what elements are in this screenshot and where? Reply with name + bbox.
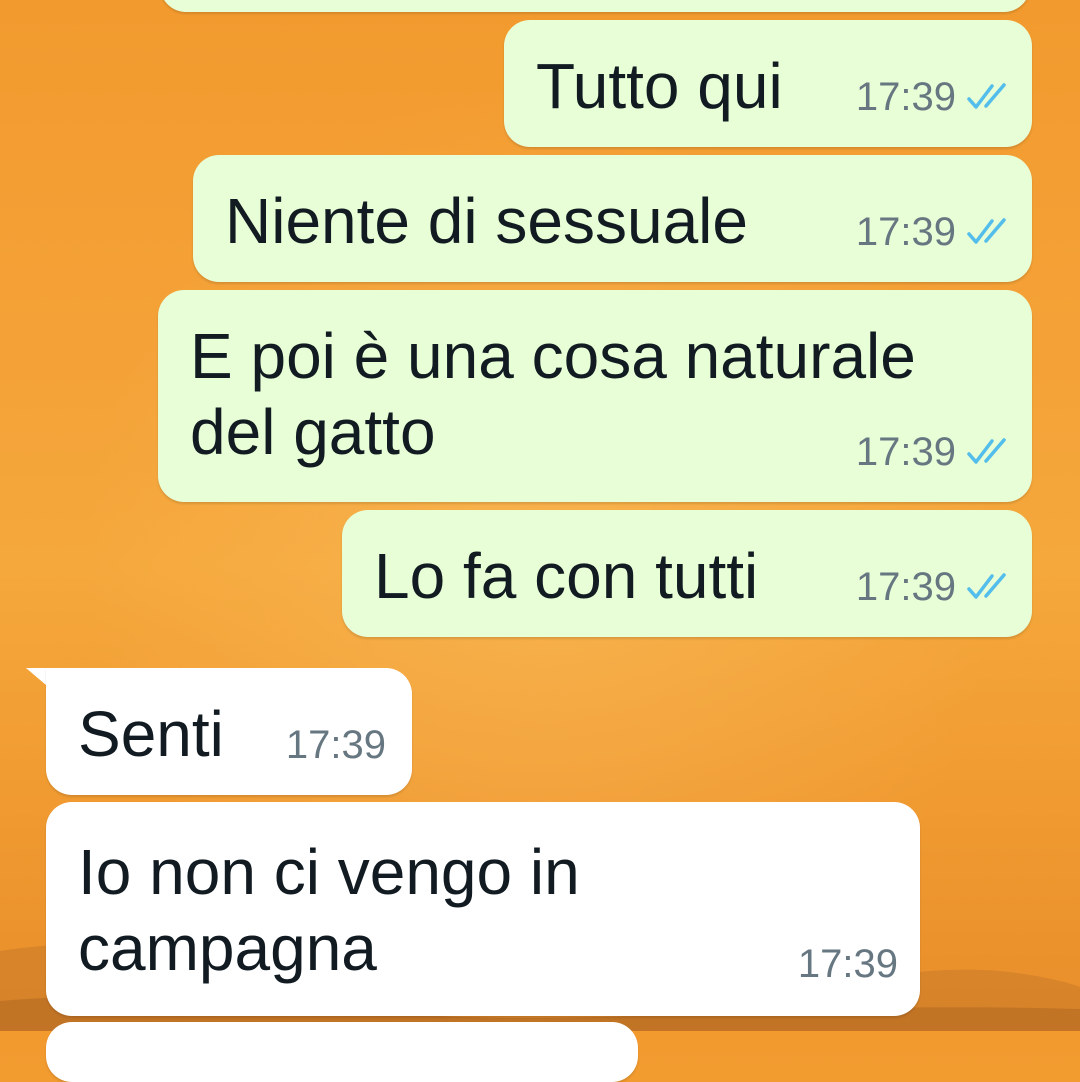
message-text-line: E poi è una cosa naturale bbox=[190, 320, 916, 392]
message-time: 17:39 bbox=[797, 942, 898, 986]
message-text: Niente di sessuale bbox=[225, 185, 748, 257]
message-meta: 17:39 bbox=[856, 414, 1010, 490]
message-text-line: campagna bbox=[78, 912, 377, 984]
double-check-icon bbox=[967, 438, 1006, 464]
double-check-icon bbox=[967, 83, 1006, 109]
message-time: 17:39 bbox=[855, 75, 956, 119]
double-check-icon bbox=[967, 573, 1006, 599]
message-bubble-outgoing[interactable]: E poi è una cosa naturale del gatto 17:3… bbox=[158, 290, 1032, 502]
message-meta: 17:39 bbox=[286, 707, 386, 783]
message-meta: 17:39 bbox=[856, 549, 1010, 625]
message-meta: 17:39 bbox=[798, 926, 898, 1002]
message-time: 17:39 bbox=[855, 430, 956, 474]
message-text: Tutto qui bbox=[536, 50, 783, 122]
message-bubble-outgoing[interactable]: Tutto qui 17:39 bbox=[504, 20, 1032, 147]
chat-area[interactable]: Tutto qui 17:39 Niente di sessuale 17:39… bbox=[0, 0, 1080, 1082]
message-text: Senti bbox=[78, 698, 224, 770]
message-time: 17:39 bbox=[855, 565, 956, 609]
message-text-line: Io non ci vengo in bbox=[78, 836, 580, 908]
message-text: Lo fa con tutti bbox=[374, 540, 759, 612]
message-meta: 17:39 bbox=[856, 59, 1010, 135]
message-bubble-incoming[interactable]: Senti 17:39 bbox=[46, 668, 412, 795]
message-time: 17:39 bbox=[855, 210, 956, 254]
message-bubble-partial[interactable] bbox=[46, 1022, 638, 1082]
message-text-line: del gatto bbox=[190, 396, 436, 468]
message-meta: 17:39 bbox=[856, 194, 1010, 270]
message-bubble-incoming[interactable]: Io non ci vengo in campagna 17:39 bbox=[46, 802, 920, 1016]
message-bubble-outgoing[interactable]: Niente di sessuale 17:39 bbox=[193, 155, 1032, 282]
message-bubble-partial[interactable] bbox=[160, 0, 1030, 12]
message-time: 17:39 bbox=[285, 723, 386, 767]
message-bubble-outgoing[interactable]: Lo fa con tutti 17:39 bbox=[342, 510, 1032, 637]
double-check-icon bbox=[967, 218, 1006, 244]
